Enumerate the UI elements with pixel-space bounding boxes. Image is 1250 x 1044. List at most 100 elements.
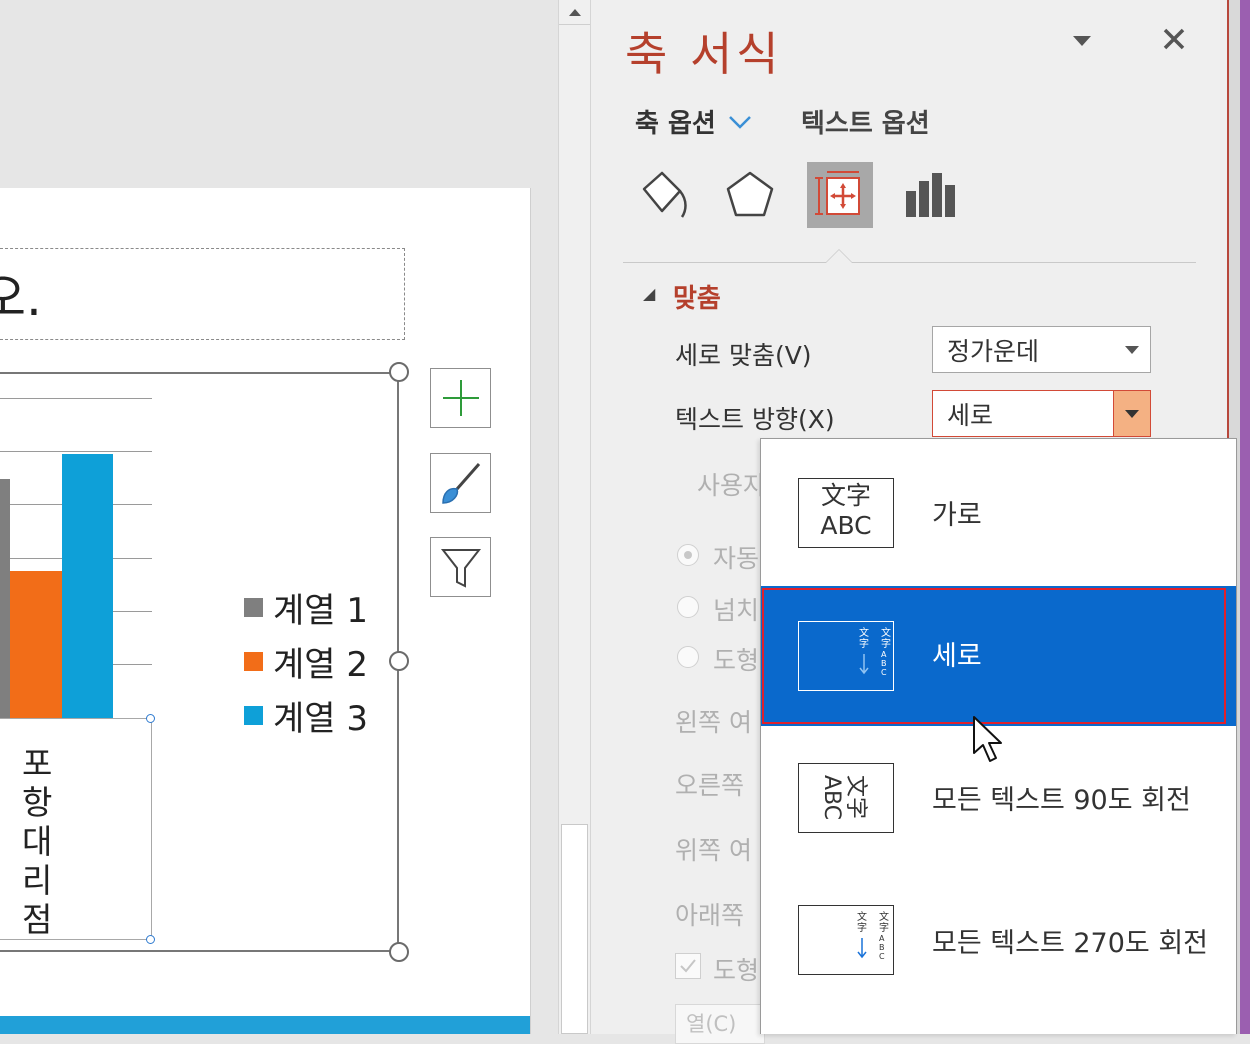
svg-text:字: 字 (879, 921, 889, 934)
svg-text:C: C (879, 952, 885, 961)
legend-label: 계열 2 (273, 644, 368, 685)
icon-text-cjk: 文字 (820, 481, 871, 510)
wrap-text-checkbox[interactable] (675, 953, 701, 979)
scrollbar-thumb[interactable] (561, 824, 588, 1034)
wrap-text-label: 도형 (713, 956, 760, 985)
chart-resize-handle-bottom-right[interactable] (389, 942, 409, 962)
mouse-pointer-icon (973, 716, 1002, 762)
fill-line-icon (642, 171, 687, 218)
tab-separator (623, 262, 1196, 263)
chart-bar-series3[interactable] (62, 454, 113, 719)
columns-button[interactable]: 열(C) (675, 1004, 765, 1044)
svg-text:文: 文 (857, 910, 867, 923)
radio-resize-shape[interactable] (677, 646, 699, 668)
svg-text:B: B (881, 659, 887, 668)
legend-item-series3[interactable]: 계열 3 (244, 695, 368, 739)
chart-filters-button[interactable] (430, 537, 491, 597)
pane-close-button[interactable] (1159, 24, 1189, 54)
fill-line-tab[interactable] (629, 162, 695, 228)
effects-pentagon-icon (726, 171, 774, 217)
svg-text:C: C (881, 668, 887, 677)
svg-text:字: 字 (859, 637, 869, 650)
size-properties-tab[interactable] (807, 162, 873, 228)
slide-area: 오. 포항대리점 계열 1 계열 2 계열 3 (0, 0, 558, 1034)
text-direction-dropdown[interactable]: 세로 (932, 390, 1151, 437)
tab-axis-options[interactable]: 축 옵션 (635, 103, 752, 140)
rotate-90-text-icon: 文字 ABC (798, 763, 894, 833)
icon-text-latin: ABC (820, 511, 872, 540)
chevron-down-icon (728, 115, 751, 129)
vertical-align-value: 정가운데 (947, 336, 1040, 366)
svg-text:字: 字 (881, 637, 891, 650)
svg-text:A: A (881, 650, 887, 659)
window-edge (1240, 0, 1250, 1034)
svg-text:文: 文 (879, 910, 889, 923)
svg-text:文: 文 (881, 626, 891, 639)
chevron-up-icon (568, 9, 581, 16)
pane-options-button[interactable] (1069, 28, 1095, 54)
axis-options-chart-icon (906, 173, 955, 217)
svg-text:ABC: ABC (819, 775, 844, 820)
close-icon (1163, 28, 1185, 50)
option-label: 모든 텍스트 90도 회전 (932, 785, 1191, 816)
slide-title-text: 오. (0, 269, 42, 327)
legend-item-series1[interactable]: 계열 1 (244, 587, 368, 631)
text-direction-option-vertical[interactable]: 文 字 A B C 文 字 세로 (761, 586, 1236, 726)
vertical-text-icon: 文 字 A B C 文 字 (798, 621, 894, 691)
scroll-up-button[interactable] (559, 0, 590, 25)
option-label: 가로 (932, 500, 982, 531)
vertical-align-dropdown[interactable]: 정가운데 (932, 326, 1151, 373)
vertical-scrollbar[interactable] (558, 0, 591, 1034)
svg-text:字: 字 (857, 921, 867, 934)
rotate-270-text-icon: 文 字 A B C 文 字 (798, 905, 894, 975)
legend-swatch (244, 651, 263, 671)
caret-down-icon (1125, 409, 1139, 418)
radio-dot (684, 551, 692, 559)
filter-icon (440, 549, 481, 588)
radio-overflow[interactable] (677, 596, 699, 618)
chart-resize-handle-top-right[interactable] (389, 362, 409, 382)
tab-pointer (825, 249, 853, 263)
section-title-alignment[interactable]: 맞춤 (673, 278, 721, 315)
axis-handle-bottom[interactable] (146, 935, 155, 944)
caret-down-icon (1125, 345, 1139, 354)
option-label: 모든 텍스트 270도 회전 (932, 928, 1209, 959)
axis-handle-top[interactable] (146, 714, 155, 723)
plus-icon (442, 380, 479, 416)
left-margin-label: 왼쪽 여 (675, 708, 752, 737)
chart-bar-series1[interactable] (0, 479, 10, 719)
dropdown-arrow[interactable] (1113, 391, 1150, 436)
legend-swatch (244, 597, 263, 617)
title-placeholder[interactable] (0, 248, 405, 340)
chart-elements-button[interactable] (430, 368, 491, 428)
custom-angle-label: 사용자 (697, 471, 767, 500)
radio-autofit[interactable] (677, 544, 699, 566)
dropdown-arrow (1114, 327, 1150, 372)
tab-text-options[interactable]: 텍스트 옵션 (801, 103, 930, 140)
option-label: 세로 (932, 641, 982, 672)
text-direction-option-horizontal[interactable]: 文字 ABC 가로 (761, 439, 1236, 579)
category-axis-label: 포항대리점 (22, 744, 53, 939)
radio-overflow-label: 넘치 (713, 596, 760, 625)
legend-label: 계열 1 (273, 590, 368, 631)
brush-icon (441, 463, 480, 504)
slide-bottom-strip (0, 1016, 530, 1034)
chart-gridline (0, 398, 152, 399)
chart-resize-handle-right[interactable] (389, 651, 409, 671)
radio-resize-shape-label: 도형 (713, 646, 760, 675)
legend-item-series2[interactable]: 계열 2 (244, 641, 368, 685)
chart-bar-series2[interactable] (10, 571, 62, 719)
text-direction-label: 텍스트 방향(X) (675, 405, 835, 434)
text-direction-option-rotate-270[interactable]: 文 字 A B C 文 字 모든 텍스트 270도 회전 (761, 867, 1236, 1007)
section-collapse-toggle[interactable]: ◢ (643, 284, 655, 303)
legend-swatch (244, 705, 263, 725)
vertical-text-glyphs: 文 字 A B C 文 字 (859, 626, 891, 677)
chart-styles-button[interactable] (430, 453, 491, 513)
axis-options-tab[interactable] (895, 162, 961, 228)
rotated-90-glyphs: 文字 ABC (819, 775, 868, 820)
checkmark-icon (680, 959, 696, 973)
effects-tab[interactable] (717, 162, 783, 228)
rotated-270-glyphs: 文 字 A B C 文 字 (857, 910, 889, 961)
right-margin-label: 오른쪽 (675, 771, 745, 800)
svg-text:文: 文 (859, 626, 869, 639)
